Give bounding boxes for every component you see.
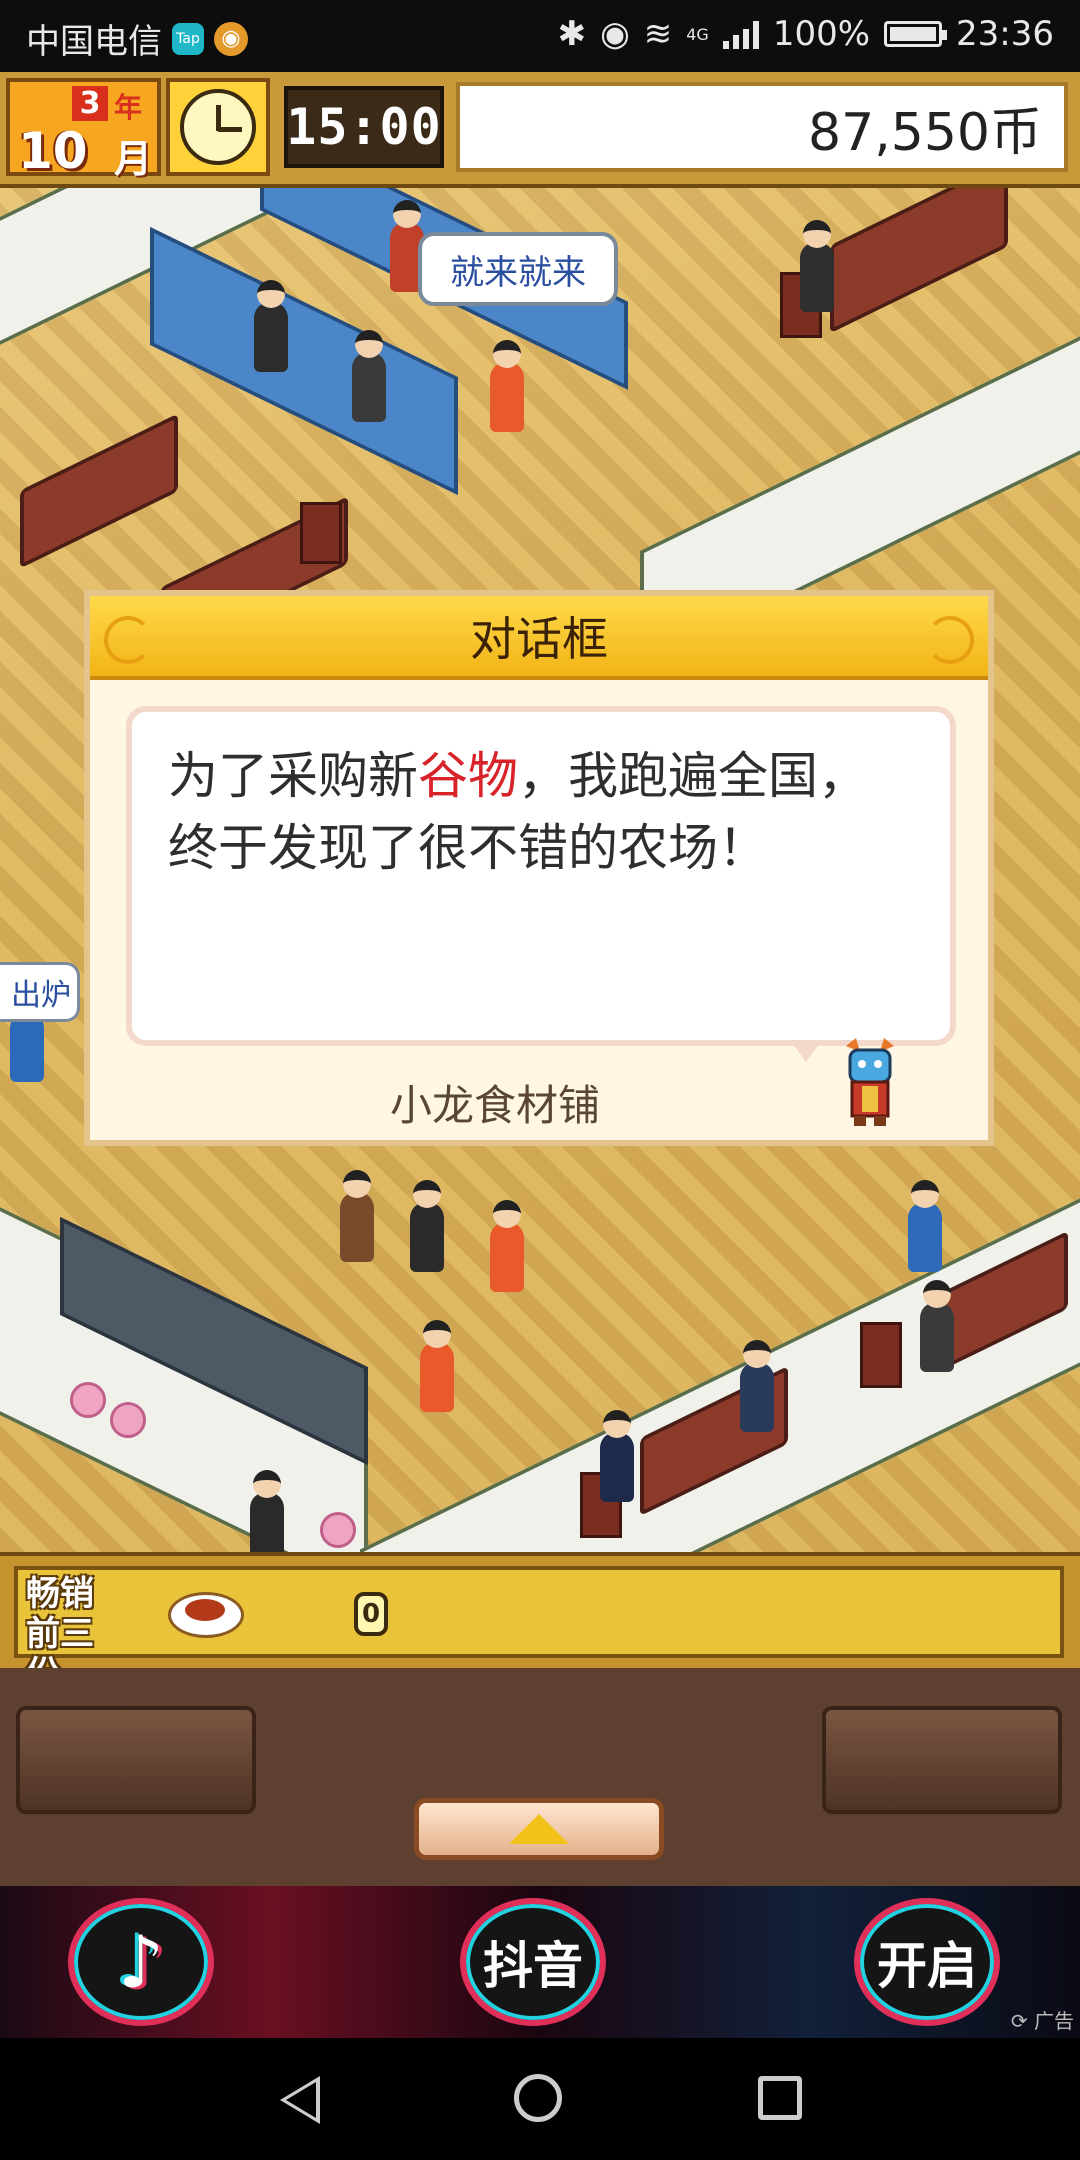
scene-wall bbox=[360, 1194, 1080, 1552]
bestsellers-label-line1: 畅销 bbox=[26, 1574, 94, 1614]
eye-icon: ◉ bbox=[600, 14, 630, 54]
douyin-label: 抖音 bbox=[483, 1937, 583, 1995]
open-ad-button[interactable]: 开启 bbox=[854, 1898, 1000, 2026]
bestsellers-panel: 畅销 前三份 0 bbox=[14, 1566, 1064, 1694]
clock-icon[interactable] bbox=[166, 78, 270, 176]
waitress-character bbox=[490, 340, 524, 432]
chair bbox=[860, 1322, 902, 1388]
tiktok-logo-button[interactable]: ♪ bbox=[68, 1898, 214, 2026]
tiktok-logo-icon: ♪ bbox=[118, 1920, 164, 2004]
dialog-header: 对话框 bbox=[90, 596, 988, 680]
staff-character bbox=[340, 1170, 374, 1262]
bottom-panel bbox=[0, 1668, 1080, 1886]
customer-character bbox=[600, 1410, 634, 1502]
dish-icon bbox=[168, 1592, 244, 1638]
money-display: 87,550币 bbox=[456, 82, 1068, 172]
bestsellers-bar[interactable]: 畅销 前三份 0 bbox=[0, 1552, 1080, 1694]
home-icon[interactable] bbox=[514, 2074, 562, 2122]
ad-tag-label: 广告 bbox=[1034, 2009, 1074, 2033]
bestseller-count: 0 bbox=[354, 1592, 388, 1636]
dialog-text-before: 为了采购新 bbox=[168, 747, 418, 805]
customer-character bbox=[250, 1470, 284, 1552]
staff-character bbox=[10, 990, 44, 1082]
status-left: 中国电信 Tap ◉ bbox=[26, 14, 248, 63]
dialog-box[interactable]: 对话框 为了采购新谷物，我跑遍全国，终于发现了很不错的农场！ 小龙食材铺 bbox=[84, 590, 994, 1146]
battery-icon bbox=[884, 21, 948, 47]
up-arrow-icon bbox=[509, 1814, 569, 1844]
back-icon[interactable] bbox=[280, 2076, 320, 2124]
carrier-label: 中国电信 bbox=[26, 22, 162, 62]
flower-decoration bbox=[110, 1402, 146, 1438]
month-suffix: 月 bbox=[114, 137, 153, 181]
dialog-message: 为了采购新谷物，我跑遍全国，终于发现了很不错的农场！ bbox=[126, 706, 956, 1046]
bluetooth-icon: ✱ bbox=[557, 14, 587, 54]
wifi-icon: ≋ bbox=[643, 14, 673, 54]
left-panel-button[interactable] bbox=[16, 1706, 256, 1814]
flower-decoration bbox=[70, 1382, 106, 1418]
bubble-tail bbox=[790, 1040, 822, 1062]
open-label: 开启 bbox=[877, 1937, 977, 1995]
customer-character bbox=[908, 1180, 942, 1272]
status-bar: 中国电信 Tap ◉ ✱ ◉ ≋ 4G 100% 23:36 bbox=[0, 0, 1080, 72]
customer-character bbox=[800, 220, 834, 312]
side-status-tag[interactable]: 出炉 bbox=[0, 962, 80, 1022]
dialog-text-highlight: 谷物 bbox=[418, 747, 518, 805]
table bbox=[20, 413, 178, 569]
swirl-decoration-icon bbox=[104, 616, 152, 664]
status-right: ✱ ◉ ≋ 4G 100% 23:36 bbox=[558, 14, 1054, 54]
douyin-button[interactable]: 抖音 bbox=[460, 1898, 606, 2026]
clock-minute-hand bbox=[218, 127, 242, 132]
waitress-character bbox=[420, 1320, 454, 1412]
signal-icon bbox=[722, 19, 759, 49]
clock-time: 23:36 bbox=[956, 14, 1054, 54]
coin-notification-icon: ◉ bbox=[214, 21, 248, 56]
waitress-character bbox=[490, 1200, 524, 1292]
month-value: 10 bbox=[18, 122, 88, 180]
taptap-icon: Tap bbox=[172, 22, 204, 55]
customer-speech-bubble: 就来就来 bbox=[418, 232, 618, 306]
right-panel-button[interactable] bbox=[822, 1706, 1062, 1814]
staff-character bbox=[410, 1180, 444, 1272]
date-panel[interactable]: 3 年 10 月 bbox=[6, 78, 161, 181]
expand-menu-button[interactable] bbox=[414, 1798, 664, 1860]
dialog-speaker: 小龙食材铺 bbox=[389, 1081, 600, 1130]
dialog-title: 对话框 bbox=[470, 612, 608, 666]
dragon-icon bbox=[846, 1038, 894, 1126]
system-navbar bbox=[0, 2038, 1080, 2160]
swirl-decoration-icon bbox=[926, 616, 974, 664]
year-suffix: 年 bbox=[114, 91, 143, 124]
customer-character bbox=[920, 1280, 954, 1372]
ad-banner[interactable]: ♪ 抖音 开启 ⟳ 广告 bbox=[0, 1886, 1080, 2038]
recent-apps-icon[interactable] bbox=[758, 2076, 802, 2120]
game-time: 15:00 bbox=[284, 86, 444, 168]
ad-tag: ⟳ 广告 bbox=[1010, 2009, 1074, 2033]
chair bbox=[300, 502, 342, 564]
year-value: 3 bbox=[72, 86, 108, 121]
network-type: 4G bbox=[686, 24, 709, 44]
customer-character bbox=[740, 1340, 774, 1432]
battery-percent: 100% bbox=[772, 14, 871, 54]
flower-decoration bbox=[320, 1512, 356, 1548]
customer-character bbox=[352, 330, 386, 422]
customer-character bbox=[254, 280, 288, 372]
clock-face bbox=[180, 89, 256, 165]
top-hud: 3 年 10 月 15:00 87,550币 bbox=[0, 72, 1080, 188]
